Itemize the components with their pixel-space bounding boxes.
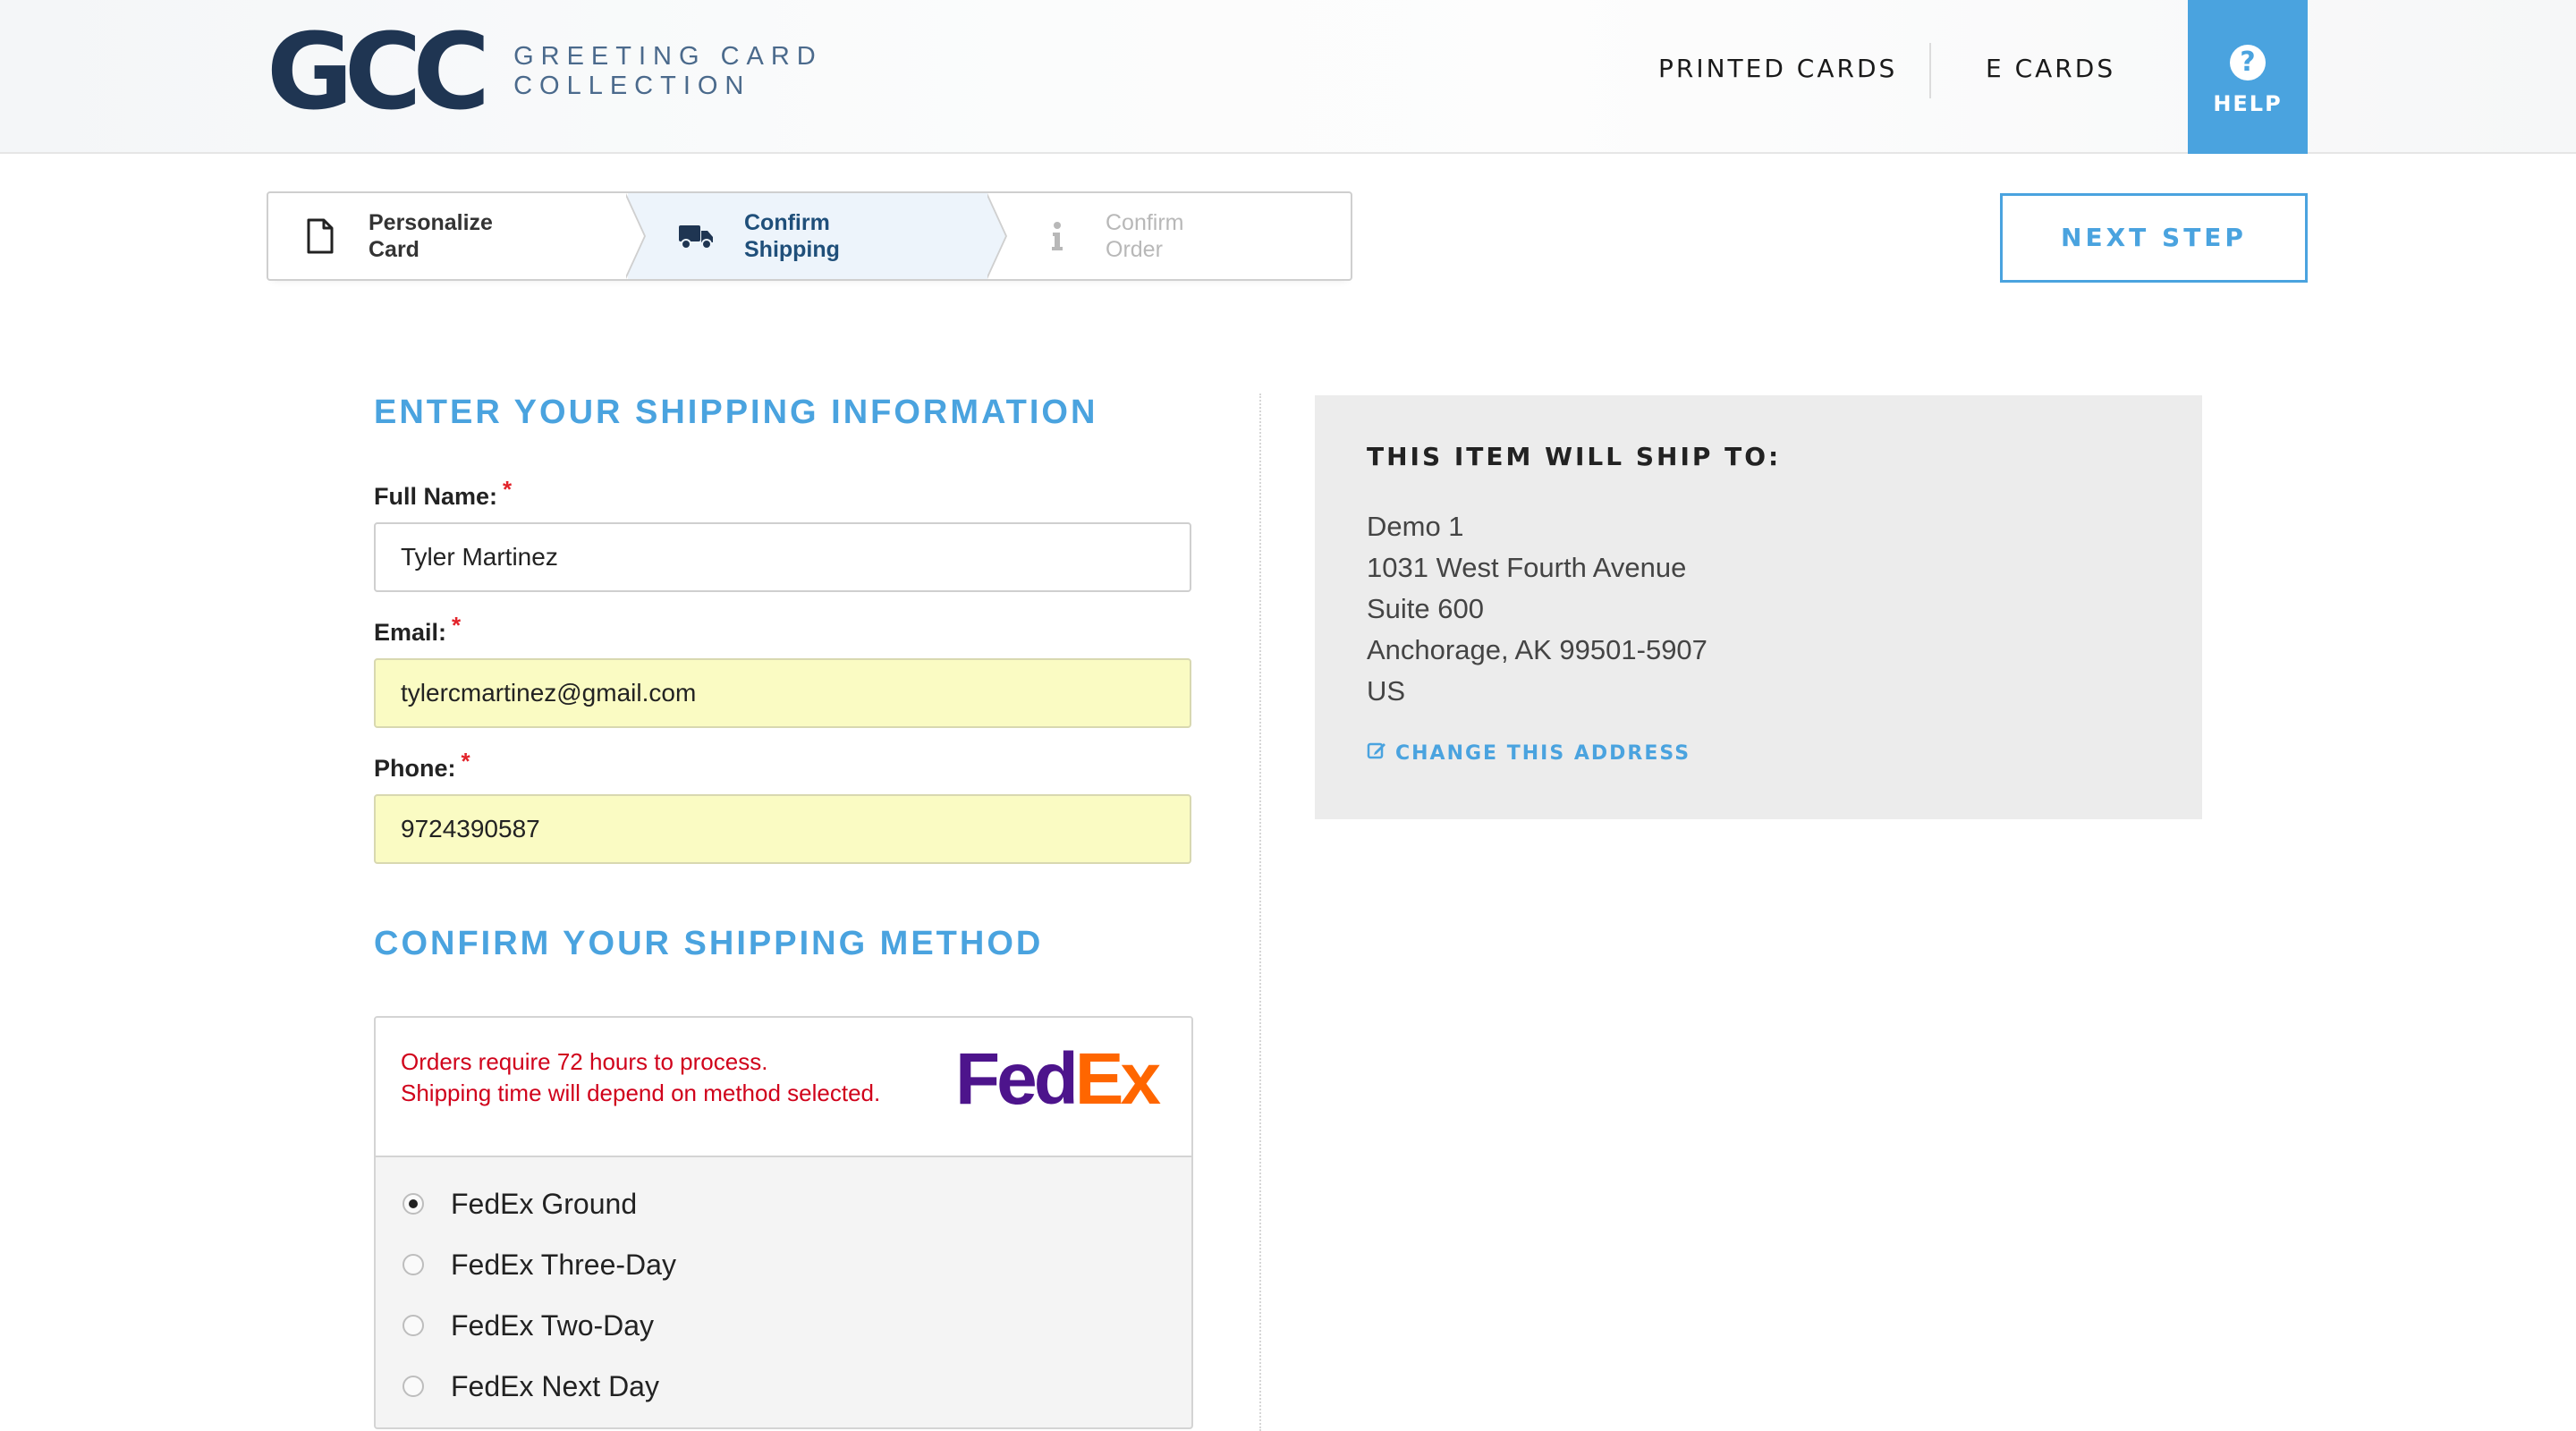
shipping-option-two-day[interactable]: FedEx Two-Day: [402, 1308, 654, 1343]
required-marker: *: [452, 612, 462, 639]
change-address-link[interactable]: CHANGE THIS ADDRESS: [1367, 741, 1690, 766]
fedex-logo-fed: Fed: [955, 1038, 1079, 1120]
radio-button[interactable]: [402, 1315, 424, 1336]
shipping-option-label: FedEx Three-Day: [451, 1248, 676, 1281]
address-line: US: [1367, 675, 1406, 707]
checkout-steps: Personalize Card Confirm Shipping Confir…: [267, 191, 1352, 281]
address-line: Anchorage, AK 99501-5907: [1367, 634, 1707, 665]
shipping-address: Demo 1 1031 West Fourth Avenue Suite 600…: [1367, 506, 1707, 712]
truck-icon: [678, 216, 714, 256]
shipping-option-label: FedEx Next Day: [451, 1369, 659, 1402]
required-marker: *: [461, 748, 470, 775]
logo-wordmark: GREETING CARD COLLECTION: [513, 42, 823, 102]
document-icon: [302, 216, 338, 256]
required-marker: *: [503, 476, 513, 503]
edit-icon: [1367, 741, 1386, 766]
next-step-button[interactable]: NEXT STEP: [2000, 193, 2308, 283]
full-name-field[interactable]: Tyler Martinez: [374, 522, 1191, 592]
email-field[interactable]: tylercmartinez@gmail.com: [374, 658, 1191, 728]
site-header: GCC GREETING CARD COLLECTION PRINTED CAR…: [0, 0, 2576, 154]
step-personalize-card[interactable]: Personalize Card: [268, 193, 626, 279]
help-button[interactable]: ? HELP: [2188, 0, 2308, 154]
step-label: Confirm Shipping: [744, 209, 840, 263]
shipping-option-next-day[interactable]: FedEx Next Day: [402, 1368, 659, 1404]
step-label-line2: Card: [369, 237, 419, 262]
address-line: Suite 600: [1367, 593, 1484, 624]
fedex-logo-ex: Ex: [1074, 1038, 1161, 1120]
radio-button-selected[interactable]: [402, 1193, 424, 1215]
notice-line-2: Shipping time will depend on method sele…: [401, 1080, 881, 1106]
info-icon: [1039, 216, 1075, 256]
help-label: HELP: [2213, 91, 2283, 116]
full-name-label: Full Name: *: [374, 476, 512, 511]
step-label-line1: Personalize: [369, 210, 493, 235]
step-separator-fill: [986, 193, 1005, 279]
email-label: Email: *: [374, 612, 461, 647]
nav-divider: [1929, 43, 1931, 98]
logo-mark: GCC: [267, 10, 490, 133]
ship-to-title: THIS ITEM WILL SHIP TO:: [1367, 442, 1782, 471]
column-divider: [1259, 394, 1261, 1431]
logo-line-1: GREETING CARD: [513, 41, 823, 71]
step-label-line1: Confirm: [1106, 210, 1184, 235]
shipping-option-three-day[interactable]: FedEx Three-Day: [402, 1247, 676, 1283]
phone-label-text: Phone:: [374, 755, 456, 782]
nav-printed-cards[interactable]: PRINTED CARDS: [1658, 54, 1897, 83]
change-address-label: CHANGE THIS ADDRESS: [1395, 741, 1691, 765]
notice-line-1: Orders require 72 hours to process.: [401, 1048, 768, 1075]
logo-line-2: COLLECTION: [513, 72, 751, 100]
radio-button[interactable]: [402, 1376, 424, 1397]
phone-field[interactable]: 9724390587: [374, 794, 1191, 864]
step-confirm-order[interactable]: Confirm Order: [989, 193, 1351, 279]
shipping-method-box: Orders require 72 hours to process. Ship…: [374, 1016, 1193, 1429]
phone-label: Phone: *: [374, 748, 470, 783]
shipping-notice-panel: Orders require 72 hours to process. Ship…: [376, 1018, 1191, 1157]
fedex-logo: FedEx: [955, 1043, 1161, 1116]
shipping-method-title: CONFIRM YOUR SHIPPING METHOD: [374, 925, 1044, 962]
address-line: Demo 1: [1367, 511, 1464, 542]
nav-e-cards[interactable]: E CARDS: [1986, 54, 2115, 83]
shipping-option-label: FedEx Two-Day: [451, 1308, 655, 1342]
step-separator-fill: [624, 193, 644, 279]
address-line: 1031 West Fourth Avenue: [1367, 552, 1687, 583]
email-label-text: Email:: [374, 619, 447, 646]
processing-notice: Orders require 72 hours to process. Ship…: [401, 1046, 880, 1109]
ship-to-panel: THIS ITEM WILL SHIP TO: Demo 1 1031 West…: [1315, 395, 2202, 819]
step-label-line2: Order: [1106, 237, 1163, 262]
step-label-line2: Shipping: [744, 237, 840, 262]
gcc-logo[interactable]: GCC GREETING CARD COLLECTION: [267, 19, 823, 124]
shipping-option-label: FedEx Ground: [451, 1187, 638, 1220]
shipping-info-title: ENTER YOUR SHIPPING INFORMATION: [374, 394, 1098, 431]
full-name-label-text: Full Name:: [374, 483, 498, 510]
step-confirm-shipping[interactable]: Confirm Shipping: [628, 193, 987, 279]
question-circle-icon: ?: [2230, 45, 2266, 80]
step-label-line1: Confirm: [744, 210, 830, 235]
shipping-option-ground[interactable]: FedEx Ground: [402, 1186, 637, 1222]
radio-button[interactable]: [402, 1254, 424, 1275]
step-label: Confirm Order: [1106, 209, 1184, 263]
step-label: Personalize Card: [369, 209, 493, 263]
